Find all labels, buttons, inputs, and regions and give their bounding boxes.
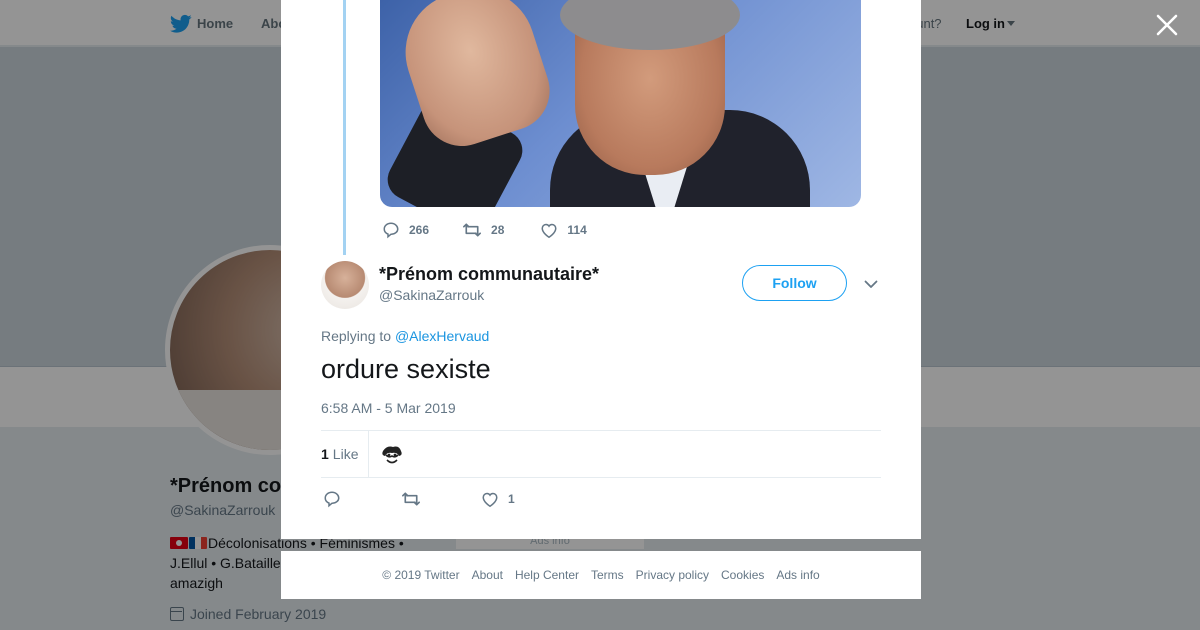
parent-tweet-actions: 266 28 114 <box>382 220 587 240</box>
footer-privacy-link[interactable]: Privacy policy <box>636 568 709 582</box>
tweet-timestamp[interactable]: 6:58 AM - 5 Mar 2019 <box>321 400 456 416</box>
replying-to-link[interactable]: @AlexHervaud <box>395 328 489 344</box>
footer-ads-link[interactable]: Ads info <box>776 568 819 582</box>
heart-icon <box>482 492 498 507</box>
modal-footer: © 2019 Twitter About Help Center Terms P… <box>281 551 921 599</box>
likes-stat-label: Like <box>332 446 359 462</box>
like-button[interactable]: 114 <box>540 222 587 239</box>
author-name[interactable]: *Prénom communautaire* <box>379 264 599 285</box>
conversation-thread-line <box>343 0 346 255</box>
replying-to-label: Replying to <box>321 328 392 344</box>
tweet-modal: 266 28 114 *Prénom communautaire* @Sakin… <box>281 0 921 539</box>
footer-cookies-link[interactable]: Cookies <box>721 568 764 582</box>
likes-stat[interactable]: 1 Like <box>321 446 358 462</box>
author-handle[interactable]: @SakinaZarrouk <box>379 287 484 303</box>
footer-terms-link[interactable]: Terms <box>591 568 624 582</box>
tweet-stats: 1 Like <box>321 430 881 478</box>
footer-about-link[interactable]: About <box>472 568 503 582</box>
retweet-icon <box>402 492 420 506</box>
like-button[interactable]: 1 <box>481 491 515 508</box>
close-icon[interactable] <box>1154 12 1180 38</box>
retweet-icon <box>463 223 482 237</box>
replying-to-line: Replying to @AlexHervaud <box>321 328 489 344</box>
reply-count: 266 <box>409 223 430 237</box>
stats-divider <box>368 431 369 478</box>
retweet-button[interactable] <box>401 490 421 508</box>
footer-copyright: © 2019 Twitter <box>382 568 460 582</box>
follow-button[interactable]: Follow <box>742 265 847 301</box>
reply-button[interactable]: 266 <box>382 221 429 239</box>
likes-stat-count: 1 <box>321 446 329 462</box>
tweet-actions: 1 <box>323 490 515 508</box>
chevron-down-icon[interactable] <box>863 276 879 292</box>
retweet-button[interactable]: 28 <box>462 221 504 239</box>
liker-avatar[interactable] <box>379 442 405 468</box>
author-avatar[interactable] <box>321 261 369 309</box>
heart-icon <box>541 223 557 238</box>
tweet-media-photo[interactable] <box>380 0 861 207</box>
retweet-count: 28 <box>491 223 505 237</box>
reply-button[interactable] <box>323 490 341 508</box>
reply-icon <box>324 491 340 508</box>
reply-icon <box>383 222 399 239</box>
like-count: 114 <box>567 223 587 237</box>
footer-help-link[interactable]: Help Center <box>515 568 579 582</box>
like-count: 1 <box>508 492 515 506</box>
tweet-text: ordure sexiste <box>321 354 491 384</box>
